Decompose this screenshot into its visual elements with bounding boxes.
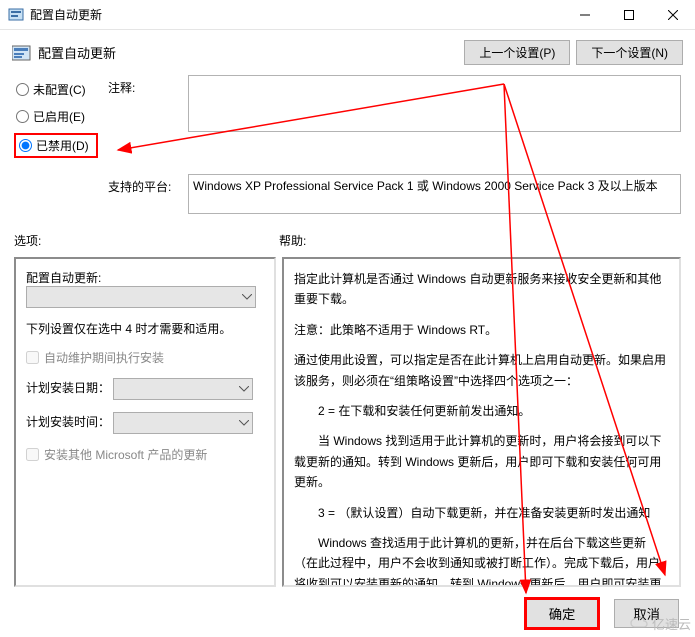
options-pane: 配置自动更新: 下列设置仅在选中 4 时才需要和适用。 自动维护期间执行安装 计… [14, 257, 276, 587]
prev-setting-button[interactable]: 上一个设置(P) [464, 40, 570, 65]
policy-icon [12, 44, 32, 62]
auto-maintenance-label: 自动维护期间执行安装 [44, 349, 164, 366]
window-title: 配置自动更新 [30, 6, 102, 23]
titlebar: 配置自动更新 [0, 0, 695, 30]
minimize-button[interactable] [563, 0, 607, 30]
help-section-label: 帮助: [279, 232, 306, 249]
platform-text: Windows XP Professional Service Pack 1 或… [188, 174, 681, 214]
radio-disabled[interactable]: 已禁用(D) [14, 133, 98, 158]
install-time-dropdown[interactable] [113, 412, 253, 434]
help-text: 3 = （默认设置）自动下载更新，并在准备安装更新时发出通知 [294, 503, 669, 523]
ok-button[interactable]: 确定 [524, 597, 601, 630]
close-button[interactable] [651, 0, 695, 30]
radio-not-configured-label: 未配置(C) [33, 81, 86, 98]
options-note: 下列设置仅在选中 4 时才需要和适用。 [26, 320, 264, 337]
install-day-dropdown[interactable] [113, 378, 253, 400]
next-setting-button[interactable]: 下一个设置(N) [576, 40, 683, 65]
configure-label: 配置自动更新: [26, 269, 264, 286]
radio-not-configured-input[interactable] [16, 83, 29, 96]
configure-dropdown[interactable] [26, 286, 256, 308]
chevron-down-icon [242, 294, 252, 300]
options-section-label: 选项: [14, 232, 279, 249]
help-pane[interactable]: 指定此计算机是否通过 Windows 自动更新服务来接收安全更新和其他重要下载。… [282, 257, 681, 587]
app-icon [8, 7, 24, 23]
comment-label: 注释: [108, 75, 178, 96]
header-row: 配置自动更新 上一个设置(P) 下一个设置(N) [0, 30, 695, 75]
install-time-label: 计划安装时间： [26, 415, 110, 429]
radio-enabled-label: 已启用(E) [33, 108, 85, 125]
other-products-label: 安装其他 Microsoft 产品的更新 [44, 446, 207, 463]
help-text: 指定此计算机是否通过 Windows 自动更新服务来接收安全更新和其他重要下载。 [294, 269, 669, 310]
help-text: 2 = 在下载和安装任何更新前发出通知。 [294, 401, 669, 421]
comment-input[interactable] [188, 75, 681, 132]
radio-disabled-input[interactable] [19, 139, 32, 152]
help-text: 通过使用此设置，可以指定是否在此计算机上启用自动更新。如果启用该服务，则必须在“… [294, 350, 669, 391]
radio-not-configured[interactable]: 未配置(C) [14, 79, 98, 100]
auto-maintenance-checkbox[interactable] [26, 351, 39, 364]
radio-enabled[interactable]: 已启用(E) [14, 106, 98, 127]
chevron-down-icon [239, 386, 249, 392]
radio-enabled-input[interactable] [16, 110, 29, 123]
radio-disabled-label: 已禁用(D) [36, 137, 89, 154]
maximize-button[interactable] [607, 0, 651, 30]
help-text: 注意：此策略不适用于 Windows RT。 [294, 320, 669, 340]
watermark: 亿速云 [629, 614, 691, 633]
help-text: Windows 查找适用于此计算机的更新，并在后台下载这些更新（在此过程中，用户… [294, 533, 669, 587]
header-title: 配置自动更新 [38, 43, 116, 62]
other-products-checkbox[interactable] [26, 448, 39, 461]
help-text: 当 Windows 找到适用于此计算机的更新时，用户将会接到可以下载更新的通知。… [294, 431, 669, 492]
chevron-down-icon [239, 420, 249, 426]
platform-label: 支持的平台: [108, 174, 178, 195]
window-controls [563, 0, 695, 30]
install-day-label: 计划安装日期： [26, 381, 110, 395]
